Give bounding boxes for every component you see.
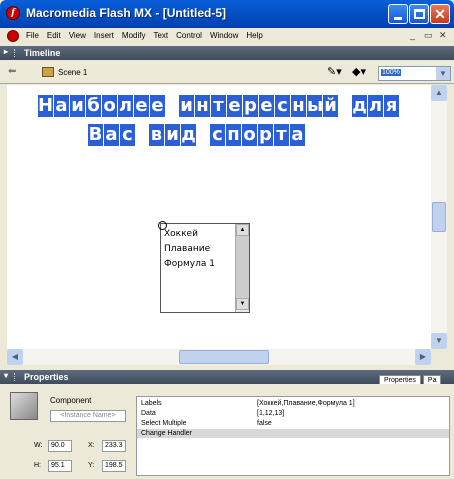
menu-view[interactable]: View (69, 31, 86, 40)
menu-insert[interactable]: Insert (94, 31, 114, 40)
list-item[interactable]: Формула 1 (164, 257, 215, 272)
document-icon[interactable] (7, 30, 19, 42)
scroll-down-icon[interactable]: ▼ (431, 333, 447, 349)
stage-vertical-scrollbar[interactable]: ▲ ▼ (431, 85, 447, 349)
edit-bar: ⬅ Scene 1 ✎▾ ◆▾ 100% ▼ (0, 62, 454, 84)
registration-point-icon (158, 221, 167, 230)
properties-panel: Component <Instance Name> W: 90.0 X: 233.3… (0, 384, 454, 479)
heading-line-2: Вас вид спорта (88, 124, 305, 146)
expand-arrow-icon[interactable]: ▸ (4, 47, 8, 56)
title-bar: f Macromedia Flash MX - [Untitled-5] ✕ (0, 0, 454, 28)
menu-control[interactable]: Control (176, 31, 202, 40)
timeline-panel-header[interactable]: ▸ Timeline (0, 46, 454, 60)
menu-text[interactable]: Text (153, 31, 168, 40)
menu-modify[interactable]: Modify (122, 31, 146, 40)
zoom-select[interactable]: 100% ▼ (378, 66, 451, 81)
table-row[interactable]: Change Handler (137, 429, 449, 438)
doc-minimize-button[interactable]: _ (410, 30, 415, 40)
height-field[interactable]: H: 95.1 (34, 460, 78, 472)
y-field[interactable]: Y: 198.5 (88, 460, 132, 472)
listbox-scroll-thumb[interactable] (236, 236, 249, 298)
chevron-down-icon[interactable]: ▼ (436, 67, 450, 80)
heading-word: для (352, 95, 399, 117)
menu-bar: File Edit View Insert Modify Text Contro… (0, 28, 454, 44)
menu-edit[interactable]: Edit (47, 31, 61, 40)
zoom-value: 100% (381, 69, 401, 76)
list-item[interactable]: Плавание (164, 242, 215, 257)
stage-horizontal-scrollbar[interactable]: ◀ ▶ (7, 349, 431, 365)
doc-restore-button[interactable]: ▭ (424, 30, 433, 41)
heading-word: Наиболее (38, 95, 165, 117)
x-field[interactable]: X: 233.3 (88, 440, 132, 452)
timeline-label: Timeline (24, 48, 61, 58)
horizontal-scroll-thumb[interactable] (179, 350, 269, 364)
minimize-button[interactable] (388, 4, 408, 24)
grip-icon[interactable] (14, 373, 17, 381)
menu-help[interactable]: Help (246, 31, 262, 40)
component-type-label: Component (50, 396, 92, 405)
table-row[interactable]: Labels [Хоккей,Плавание,Формула 1] (137, 399, 449, 408)
flash-logo-icon: f (6, 6, 20, 20)
heading-word: спорта (210, 124, 305, 146)
scroll-up-icon[interactable]: ▲ (236, 224, 249, 236)
list-item[interactable]: Хоккей (164, 227, 215, 242)
heading-word: Вас (88, 124, 135, 146)
stage-canvas[interactable]: Наиболее интересный для Вас вид спорта Х… (7, 85, 431, 349)
close-button[interactable]: ✕ (430, 4, 450, 24)
width-field[interactable]: W: 90.0 (34, 440, 78, 452)
menu-window[interactable]: Window (210, 31, 238, 40)
table-row[interactable]: Select Multiple false (137, 419, 449, 428)
sports-listbox[interactable]: Хоккей Плавание Формула 1 ▲ ▼ (160, 223, 250, 313)
listbox-scrollbar[interactable]: ▲ ▼ (235, 224, 249, 312)
properties-label: Properties (24, 372, 69, 382)
heading-line-1: Наиболее интересный для (38, 95, 399, 117)
heading-word: интересный (179, 95, 338, 117)
component-icon (10, 392, 38, 420)
scene-icon (42, 67, 54, 77)
edit-scene-icon[interactable]: ◆▾ (352, 65, 372, 81)
scene-label: Scene 1 (58, 68, 88, 77)
window-title: Macromedia Flash MX - [Untitled-5] (26, 6, 227, 20)
vertical-scroll-thumb[interactable] (432, 202, 446, 232)
component-parameters-table: Labels [Хоккей,Плавание,Формула 1] Data [1… (136, 396, 450, 476)
edit-symbols-icon[interactable]: ✎▾ (327, 65, 347, 81)
menu-file[interactable]: File (26, 31, 39, 40)
collapse-arrow-icon[interactable]: ▾ (4, 371, 8, 380)
heading-word: вид (149, 124, 196, 146)
scroll-right-icon[interactable]: ▶ (415, 349, 431, 365)
table-row[interactable]: Data [1,12,13] (137, 409, 449, 418)
maximize-button[interactable] (409, 4, 429, 24)
scroll-down-icon[interactable]: ▼ (236, 298, 249, 310)
scroll-up-icon[interactable]: ▲ (431, 85, 447, 101)
doc-close-button[interactable]: ✕ (439, 30, 447, 41)
scroll-left-icon[interactable]: ◀ (7, 349, 23, 365)
instance-name-field[interactable]: <Instance Name> (50, 410, 126, 422)
grip-icon[interactable] (14, 49, 17, 57)
back-arrow-icon[interactable]: ⬅ (8, 66, 16, 77)
